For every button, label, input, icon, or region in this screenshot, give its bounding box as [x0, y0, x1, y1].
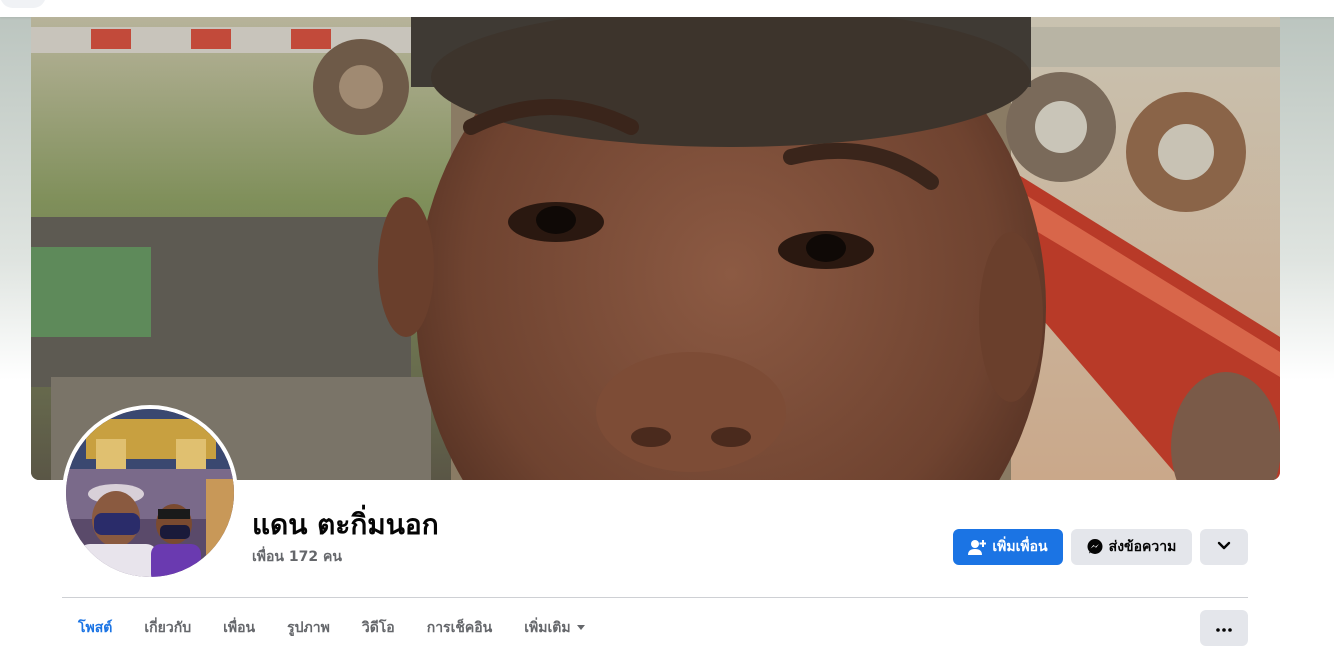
nav-left-bubble[interactable]: [0, 0, 46, 8]
top-navigation-bar: [0, 0, 1334, 17]
tab-checkins[interactable]: การเช็คอิน: [411, 606, 509, 650]
tab-more[interactable]: เพิ่มเติม: [508, 606, 600, 650]
message-button[interactable]: ส่งข้อความ: [1071, 529, 1192, 565]
profile-tabs: โพสต์ เกี่ยวกับ เพื่อน รูปภาพ วิดีโอ การ…: [62, 606, 601, 650]
messenger-icon: [1087, 539, 1103, 555]
tab-videos[interactable]: วิดีโอ: [346, 606, 411, 650]
more-horizontal-icon: [1216, 620, 1232, 636]
tab-label: การเช็คอิน: [426, 620, 493, 636]
cover-photo[interactable]: [31, 17, 1280, 480]
tab-label: เกี่ยวกับ: [144, 620, 192, 636]
tab-label: เพิ่มเติม: [524, 620, 571, 636]
friends-count[interactable]: เพื่อน 172 คน: [252, 546, 342, 568]
message-label: ส่งข้อความ: [1108, 539, 1177, 555]
profile-picture[interactable]: [62, 405, 238, 581]
tab-label: โพสต์: [78, 620, 113, 636]
more-options-button[interactable]: [1200, 610, 1248, 646]
caret-down-icon: [576, 625, 585, 631]
profile-options-dropdown-button[interactable]: [1200, 529, 1248, 565]
tab-label: เพื่อน: [223, 620, 256, 636]
tab-label: รูปภาพ: [287, 620, 330, 636]
tab-label: วิดีโอ: [361, 620, 395, 636]
tab-posts[interactable]: โพสต์: [62, 606, 128, 650]
profile-name: แดน ตะกิ่มนอก: [252, 508, 439, 541]
header-divider: [62, 597, 1248, 598]
add-friend-label: เพิ่มเพื่อน: [992, 539, 1048, 555]
tab-friends[interactable]: เพื่อน: [207, 606, 271, 650]
tab-photos[interactable]: รูปภาพ: [271, 606, 346, 650]
person-plus-icon: [968, 539, 987, 555]
tab-about[interactable]: เกี่ยวกับ: [128, 606, 207, 650]
chevron-down-icon: [1217, 539, 1231, 555]
add-friend-button[interactable]: เพิ่มเพื่อน: [953, 529, 1063, 565]
